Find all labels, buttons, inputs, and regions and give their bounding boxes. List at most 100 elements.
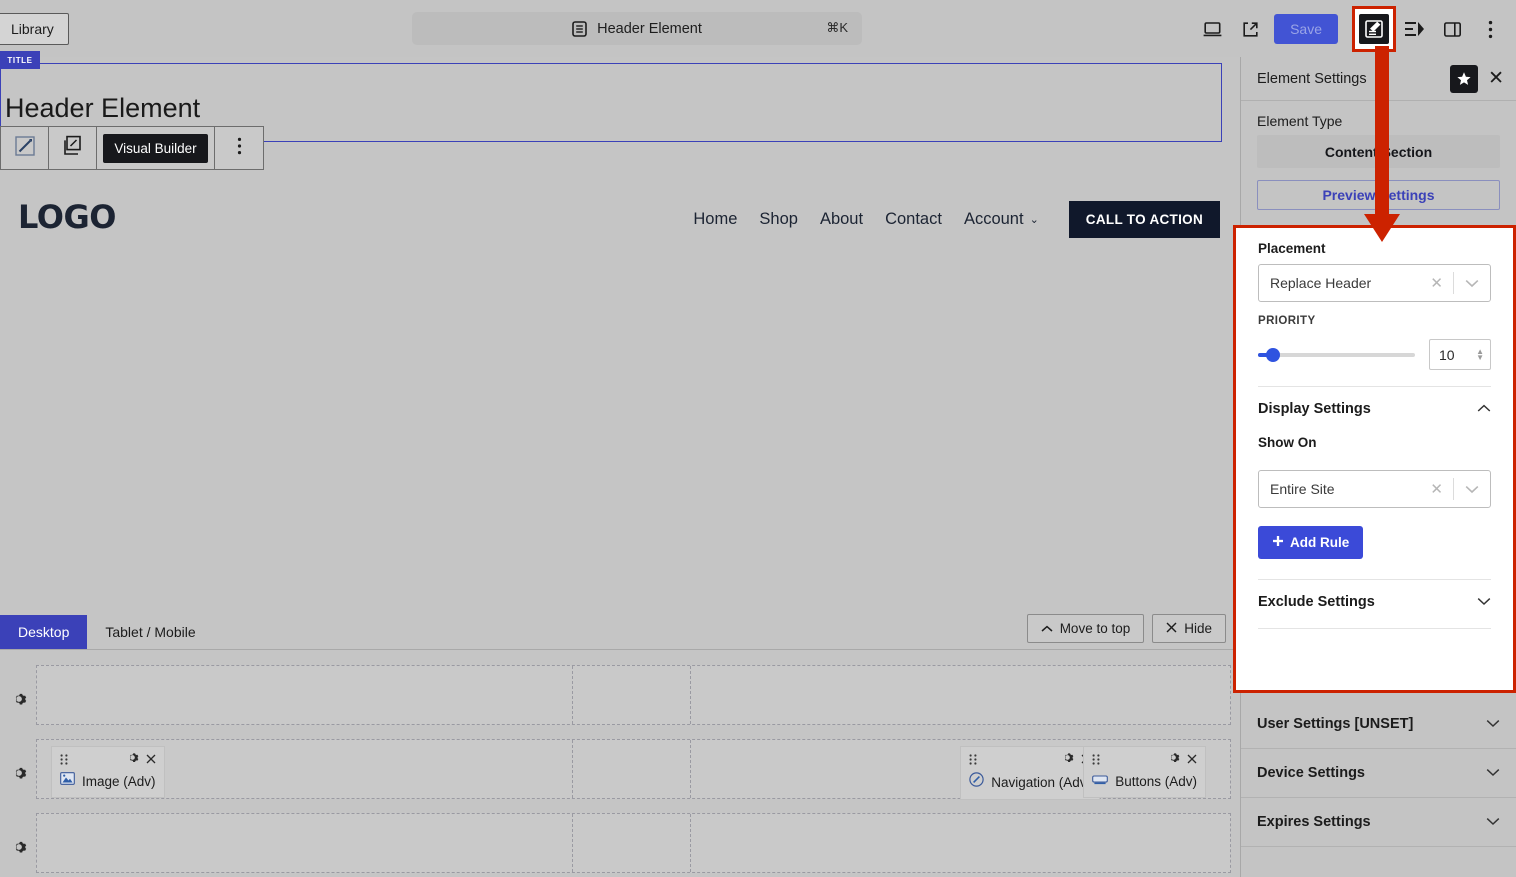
close-icon xyxy=(1166,621,1177,636)
stepper-down[interactable]: ▼ xyxy=(1476,353,1484,361)
tab-desktop[interactable]: Desktop xyxy=(0,615,88,649)
plus-icon xyxy=(1272,535,1284,550)
gear-icon[interactable] xyxy=(1061,751,1074,769)
number-stepper-icon[interactable]: ▲ ▼ xyxy=(1476,347,1484,361)
grid-column[interactable] xyxy=(573,740,691,798)
builder-row[interactable]: Image (Adv) Navigation (Adv) Buttons (Ad… xyxy=(36,739,1231,800)
chevron-down-icon: ⌄ xyxy=(1029,214,1039,226)
placement-value: Replace Header xyxy=(1270,275,1372,291)
placement-select[interactable]: Replace Header ✕ xyxy=(1258,264,1491,302)
show-on-value: Entire Site xyxy=(1270,481,1335,497)
add-rule-label: Add Rule xyxy=(1290,535,1350,550)
builder-element-image[interactable]: Image (Adv) xyxy=(51,746,165,798)
visual-builder-button[interactable]: Visual Builder xyxy=(97,127,215,169)
desktop-preview-icon[interactable] xyxy=(1194,11,1230,47)
grid-column[interactable] xyxy=(691,814,1230,872)
builder-element-buttons[interactable]: Buttons (Adv) xyxy=(1083,746,1206,798)
gear-icon[interactable] xyxy=(126,751,139,769)
row-settings-gear-icon[interactable] xyxy=(8,762,30,784)
top-toolbar: Library Header Element ⌘K Save xyxy=(0,0,1516,57)
nav-link-shop[interactable]: Shop xyxy=(759,210,798,229)
nav-link-contact[interactable]: Contact xyxy=(885,210,942,229)
priority-slider[interactable] xyxy=(1258,347,1415,362)
exclude-settings-header[interactable]: Exclude Settings xyxy=(1258,594,1491,610)
section-device-settings-label: Device Settings xyxy=(1257,765,1365,781)
collapsed-settings-sections: User Settings [UNSET] Device Settings Ex… xyxy=(1241,700,1516,847)
command-palette-bar[interactable]: Header Element ⌘K xyxy=(412,12,862,45)
clear-icon[interactable]: ✕ xyxy=(1420,480,1453,498)
priority-number-input[interactable]: 10 ▲ ▼ xyxy=(1429,339,1491,370)
builder-row[interactable] xyxy=(36,665,1231,725)
hide-button[interactable]: Hide xyxy=(1152,614,1226,643)
show-on-select[interactable]: Entire Site ✕ xyxy=(1258,470,1491,508)
more-options-icon[interactable] xyxy=(1472,11,1508,47)
add-rule-button[interactable]: Add Rule xyxy=(1258,526,1364,559)
grid-column[interactable] xyxy=(573,666,691,724)
nav-link-home[interactable]: Home xyxy=(693,210,737,229)
display-settings-header[interactable]: Display Settings xyxy=(1258,401,1491,417)
builder-actions: Move to top Hide xyxy=(1026,614,1226,643)
toggle-sidebar-icon[interactable] xyxy=(1434,11,1470,47)
toolbar-edit-button[interactable] xyxy=(1,127,49,169)
section-device-settings[interactable]: Device Settings xyxy=(1241,749,1516,798)
chevron-down-icon[interactable] xyxy=(1454,279,1490,288)
row-settings-gear-icon[interactable] xyxy=(8,688,30,710)
move-to-top-button[interactable]: Move to top xyxy=(1026,614,1145,643)
gear-icon[interactable] xyxy=(1167,751,1180,769)
row-settings-gear-icon[interactable] xyxy=(8,836,30,858)
divider xyxy=(1258,579,1491,580)
grid-column[interactable] xyxy=(691,666,1230,724)
star-icon[interactable] xyxy=(1450,64,1479,93)
element-block-body: Buttons (Adv) xyxy=(1092,772,1197,790)
clear-icon[interactable]: ✕ xyxy=(1420,274,1453,292)
drag-handle-icon[interactable] xyxy=(1092,754,1100,766)
builder-element-navigation[interactable]: Navigation (Adv) xyxy=(960,746,1100,800)
site-logo: LOGO xyxy=(18,198,116,236)
grid-column[interactable] xyxy=(37,666,573,724)
chevron-down-icon[interactable] xyxy=(1454,485,1490,494)
section-user-settings[interactable]: User Settings [UNSET] xyxy=(1241,700,1516,749)
page-title: Header Element xyxy=(5,93,201,123)
grid-column[interactable] xyxy=(37,814,573,872)
element-block-label: Image (Adv) xyxy=(82,773,156,789)
element-block-header xyxy=(1092,752,1197,768)
grid-column[interactable]: Navigation (Adv) Buttons (Adv) xyxy=(691,740,1230,800)
library-button[interactable]: Library xyxy=(0,13,69,45)
drag-handle-icon[interactable] xyxy=(60,754,68,766)
toolbar-duplicate-button[interactable] xyxy=(49,127,97,169)
grid-column[interactable] xyxy=(573,814,691,872)
grid-column[interactable]: Image (Adv) xyxy=(37,740,573,798)
priority-slider-row: 10 ▲ ▼ xyxy=(1258,339,1491,370)
toolbar-more-button[interactable] xyxy=(215,127,263,169)
tab-tablet-mobile[interactable]: Tablet / Mobile xyxy=(87,615,213,649)
priority-label: PRIORITY xyxy=(1258,315,1316,327)
save-button-label: Save xyxy=(1290,21,1322,37)
open-external-icon[interactable] xyxy=(1232,11,1268,47)
duplicate-icon xyxy=(62,135,84,162)
close-icon[interactable] xyxy=(146,751,156,769)
highlighted-settings-inner: Placement Replace Header ✕ PRIORITY 10 ▲… xyxy=(1236,241,1513,629)
close-icon[interactable] xyxy=(1187,751,1197,769)
command-palette-shortcut: ⌘K xyxy=(826,20,848,35)
nav-link-about[interactable]: About xyxy=(820,210,863,229)
tab-tablet-mobile-label: Tablet / Mobile xyxy=(105,624,196,640)
buttons-icon xyxy=(1092,772,1109,790)
chevron-down-icon xyxy=(1486,815,1500,829)
priority-slider-thumb[interactable] xyxy=(1266,347,1280,362)
divider xyxy=(1258,628,1491,629)
builder-row[interactable] xyxy=(36,813,1231,873)
priority-value: 10 xyxy=(1439,346,1455,363)
drag-handle-icon[interactable] xyxy=(969,754,977,766)
section-expires-settings[interactable]: Expires Settings xyxy=(1241,798,1516,847)
structure-icon[interactable] xyxy=(1396,11,1432,47)
save-button[interactable]: Save xyxy=(1274,14,1338,44)
nav-link-account[interactable]: Account xyxy=(964,210,1024,229)
chevron-down-icon xyxy=(1477,595,1491,609)
section-expires-settings-label: Expires Settings xyxy=(1257,814,1371,830)
more-vertical-icon xyxy=(237,137,242,160)
close-icon[interactable]: ✕ xyxy=(1488,69,1504,88)
element-block-header xyxy=(969,752,1091,768)
call-to-action-label: CALL TO ACTION xyxy=(1085,212,1203,227)
call-to-action-button[interactable]: CALL TO ACTION xyxy=(1068,201,1220,238)
document-icon xyxy=(572,20,587,37)
